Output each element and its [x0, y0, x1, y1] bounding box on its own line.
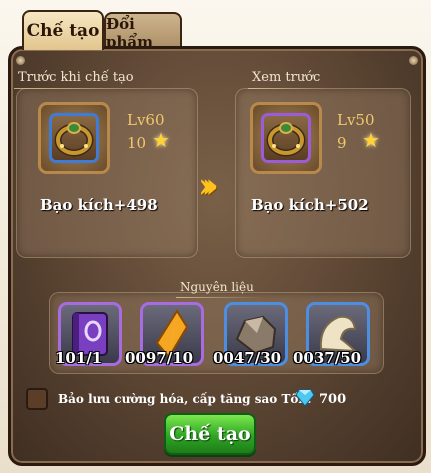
corner-bolt	[409, 56, 418, 65]
material-slot-1[interactable]: 101/1	[55, 302, 122, 367]
craft-button[interactable]: Chế tạo	[164, 413, 256, 455]
material-slot-3[interactable]: 0047/30	[213, 302, 288, 367]
preview-stat-name: Bạo kích	[251, 196, 325, 214]
before-stat-name: Bạo kích	[40, 196, 114, 214]
preview-item-inner	[261, 113, 311, 163]
tab-craft-label: Chế tạo	[26, 21, 100, 41]
before-level: Lv60	[127, 111, 165, 129]
preview-header: Xem trước	[247, 70, 331, 89]
before-craft-header: Trước khi chế tạo	[14, 70, 144, 89]
preview-stat-value: +502	[324, 196, 369, 214]
before-stat: Bạo kích+498	[40, 196, 158, 214]
material-count-3: 0047/30	[213, 349, 282, 367]
keep-enhancement-checkbox[interactable]	[26, 388, 48, 410]
ring-icon	[54, 122, 94, 157]
double-arrow-right-icon: ›››	[198, 166, 219, 206]
preview-item-slot[interactable]	[250, 102, 322, 174]
keep-enhancement-label: Bảo lưu cường hóa, cấp tăng sao Tốn:	[58, 392, 312, 406]
crafting-window: Chế tạo Đổi phẩm Trước khi chế tạo Lv60 …	[0, 0, 431, 473]
preview-stat: Bạo kích+502	[251, 196, 369, 214]
preview-star-count: 9	[337, 134, 347, 152]
star-icon: ★	[362, 128, 380, 152]
ring-icon	[266, 122, 306, 157]
materials-header: Nguyên liệu	[176, 280, 264, 298]
before-star-count: 10	[127, 134, 147, 152]
tab-craft[interactable]: Chế tạo	[22, 10, 104, 50]
material-slot-2[interactable]: 0097/10	[125, 302, 204, 367]
before-item-slot[interactable]	[38, 102, 110, 174]
corner-bolt	[16, 56, 25, 65]
material-count-4: 0037/50	[293, 349, 362, 367]
material-slot-4[interactable]: 0037/50	[293, 302, 370, 367]
before-stat-value: +498	[113, 196, 158, 214]
star-icon: ★	[152, 128, 170, 152]
cost-value: 700	[319, 392, 347, 407]
diamond-icon	[295, 389, 315, 411]
before-item-inner	[49, 113, 99, 163]
material-count-2: 0097/10	[125, 349, 194, 367]
preview-level: Lv50	[337, 111, 375, 129]
material-count-1: 101/1	[55, 349, 103, 367]
